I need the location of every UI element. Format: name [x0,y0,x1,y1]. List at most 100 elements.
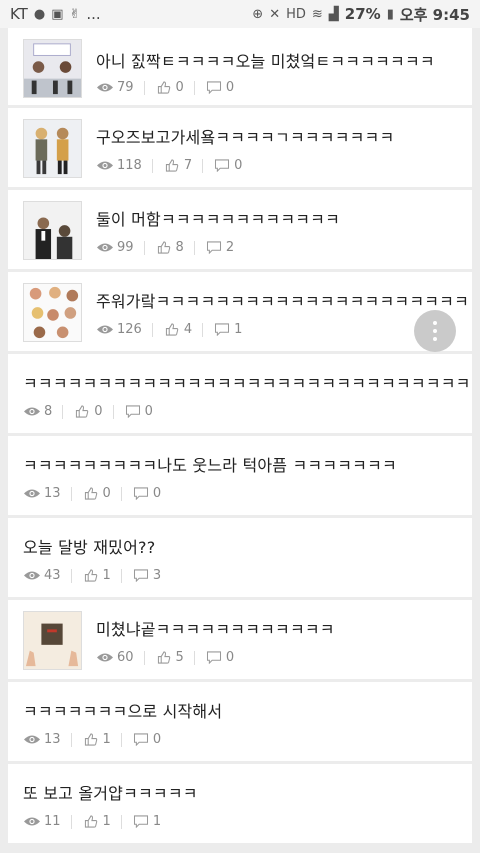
post-item[interactable]: 아니 짌짝ㅌㅋㅋㅋㅋ오늘 미쳤엌ㅌㅋㅋㅋㅋㅋㅋㅋ 79 0 0 [8,28,472,105]
thumbs-up-icon [155,651,173,664]
more-vertical-icon [433,337,437,341]
clock: 오후 9:45 [399,5,470,24]
app-icon: ✌ [69,6,81,22]
thumbs-up-icon [163,323,181,336]
divider [112,404,114,419]
post-item[interactable]: 오늘 달방 재밌어?? 43 1 3 [8,518,472,597]
comment-icon [132,487,150,500]
divider [70,568,72,583]
comment-count: 0 [124,404,153,419]
battery-icon: ▮ [386,6,394,22]
post-title[interactable]: ㅋㅋㅋㅋㅋㅋㅋㅋㅋㅋㅋㅋㅋㅋㅋㅋㅋㅋㅋㅋㅋㅋㅋㅋㅋㅋㅋㅋㅋㅋ [23,370,471,394]
post-item[interactable]: 미쳤냐곹ㅋㅋㅋㅋㅋㅋㅋㅋㅋㅋㅋㅋ 60 5 0 [8,600,472,679]
eye-icon [96,323,114,336]
like-count: 8 [155,240,184,255]
comment-icon [205,651,223,664]
view-count: 79 [96,80,134,95]
post-title[interactable]: 오늘 달방 재밌어?? [23,534,155,558]
post-title[interactable]: 둘이 머함ㅋㅋㅋㅋㅋㅋㅋㅋㅋㅋㅋㅋ [96,206,340,230]
like-count: 1 [82,568,111,583]
post-item[interactable]: ㅋㅋㅋㅋㅋㅋㅋㅋㅋㅋㅋㅋㅋㅋㅋㅋㅋㅋㅋㅋㅋㅋㅋㅋㅋㅋㅋㅋㅋㅋ 8 0 0 [8,354,472,433]
eye-icon [23,487,41,500]
comment-count: 2 [205,240,234,255]
post-item[interactable]: 구오즈보고가세욬ㅋㅋㅋㅋㄱㅋㅋㅋㅋㅋㅋㅋ 118 7 0 [8,108,472,187]
divider [202,158,204,173]
thumbs-up-icon [163,159,181,172]
more-vertical-icon [433,329,437,333]
post-meta: 126 4 1 [96,322,242,337]
hd-icon: HD [286,6,306,22]
post-item[interactable]: 주워가랔ㅋㅋㅋㅋㅋㅋㅋㅋㅋㅋㅋㅋㅋㅋㅋㅋㅋㅋㅋㅋㅋ 126 4 1 [8,272,472,351]
comment-count: 0 [205,80,234,95]
post-title[interactable]: 또 보고 올거얍ㅋㅋㅋㅋㅋ [23,780,198,804]
comment-count-value: 0 [225,80,235,95]
view-count-value: 13 [44,486,61,501]
view-count: 13 [23,732,61,747]
comment-count-value: 1 [234,322,243,337]
eye-icon [96,159,114,172]
more-vertical-icon [433,321,437,325]
post-item[interactable]: ㅋㅋㅋㅋㅋㅋㅋㅋㅋ나도 웃느라 턱아픔 ㅋㅋㅋㅋㅋㅋㅋ 13 0 0 [8,436,472,515]
comment-count: 1 [132,814,161,829]
comment-icon [213,159,231,172]
post-title[interactable]: ㅋㅋㅋㅋㅋㅋㅋ으로 시작해서 [23,698,222,722]
post-thumbnail [23,201,82,260]
thumbs-up-icon [82,733,100,746]
like-count: 0 [82,486,111,501]
data-saver-icon: ⊕ [252,6,264,22]
view-count: 60 [96,650,134,665]
view-count: 126 [96,322,142,337]
view-count-value: 13 [44,732,61,747]
mute-icon: ✕ [269,6,281,22]
divider [193,80,195,95]
post-meta: 60 5 0 [96,650,234,665]
eye-icon [23,569,41,582]
like-count-value: 0 [175,80,184,95]
post-meta: 13 1 0 [23,732,161,747]
battery-percent: 27% [344,5,381,23]
view-count: 99 [96,240,134,255]
signal-icon: ▟ [328,6,339,22]
eye-icon [23,733,41,746]
like-count-value: 1 [102,732,111,747]
post-item[interactable]: 또 보고 올거얍ㅋㅋㅋㅋㅋ 11 1 1 [8,764,472,843]
post-thumbnail [23,39,82,98]
post-item[interactable]: ㅋㅋㅋㅋㅋㅋㅋ으로 시작해서 13 1 0 [8,682,472,761]
divider [151,158,153,173]
comment-icon [132,815,150,828]
like-count-value: 1 [102,814,111,829]
thumbs-up-icon [82,487,100,500]
like-count: 7 [163,158,192,173]
like-count: 5 [155,650,184,665]
comment-count: 0 [213,158,242,173]
more-options-button[interactable] [414,310,456,352]
like-count: 4 [163,322,192,337]
comment-icon [132,733,150,746]
post-meta: 99 8 2 [96,240,234,255]
post-thumbnail [23,283,82,342]
post-title[interactable]: 주워가랔ㅋㅋㅋㅋㅋㅋㅋㅋㅋㅋㅋㅋㅋㅋㅋㅋㅋㅋㅋㅋㅋ [96,288,469,312]
post-title[interactable]: 아니 짌짝ㅌㅋㅋㅋㅋ오늘 미쳤엌ㅌㅋㅋㅋㅋㅋㅋㅋ [96,48,435,72]
divider [120,732,122,747]
like-count-value: 7 [183,158,193,173]
comment-count: 0 [132,732,161,747]
view-count-value: 99 [117,240,134,255]
post-title[interactable]: 구오즈보고가세욬ㅋㅋㅋㅋㄱㅋㅋㅋㅋㅋㅋㅋ [96,124,394,148]
comment-icon [205,81,223,94]
eye-icon [23,405,41,418]
like-count: 0 [155,80,184,95]
divider [193,240,195,255]
like-count: 0 [73,404,103,419]
post-title[interactable]: 미쳤냐곹ㅋㅋㅋㅋㅋㅋㅋㅋㅋㅋㅋㅋ [96,616,335,640]
divider [70,732,72,747]
divider [70,814,72,829]
eye-icon [96,81,114,94]
post-title[interactable]: ㅋㅋㅋㅋㅋㅋㅋㅋㅋ나도 웃느라 턱아픔 ㅋㅋㅋㅋㅋㅋㅋ [23,452,397,476]
post-meta: 13 0 0 [23,486,161,501]
thumbs-up-icon [82,815,100,828]
divider [143,80,145,95]
like-count-value: 8 [175,240,184,255]
comment-icon [132,569,150,582]
post-item[interactable]: 둘이 머함ㅋㅋㅋㅋㅋㅋㅋㅋㅋㅋㅋㅋ 99 8 2 [8,190,472,269]
view-count: 118 [96,158,142,173]
